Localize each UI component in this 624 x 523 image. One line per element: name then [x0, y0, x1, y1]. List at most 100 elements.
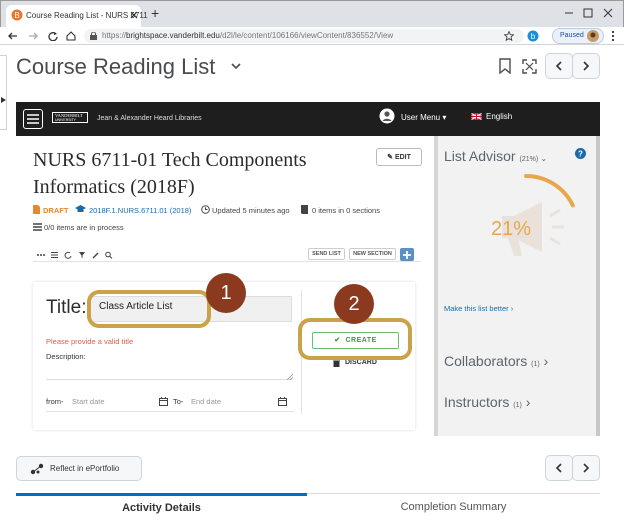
new-section-button[interactable]: NEW SECTION — [349, 248, 396, 260]
stack-icon — [33, 223, 42, 231]
in-process-count: 0/0 items are in process — [44, 223, 124, 232]
chevron-left-icon — [555, 463, 562, 473]
resize-handle-icon[interactable] — [287, 374, 293, 380]
items-count: 0 items in 0 sections — [312, 206, 380, 215]
chevron-right-icon — [583, 61, 590, 71]
gauge-progress-arc — [524, 174, 575, 208]
make-better-label: Make this list better — [444, 304, 509, 313]
filter-icon — [79, 252, 85, 258]
send-list-button[interactable]: SEND LIST — [308, 248, 345, 260]
user-menu-button[interactable]: User Menu ▾ — [401, 113, 446, 122]
reflect-eportfolio-button[interactable]: Reflect in ePortfolio — [16, 456, 142, 481]
to-label: To- — [173, 397, 184, 406]
collaborators-count: (1) — [531, 361, 540, 368]
chevron-right-icon — [583, 463, 590, 473]
search-icon — [105, 251, 113, 259]
vanderbilt-logo: VANDERBILT UNIVERSITY — [52, 112, 88, 123]
fullscreen-icon[interactable] — [522, 59, 537, 74]
lock-icon — [90, 32, 97, 40]
extension-icon[interactable]: b — [527, 30, 539, 42]
url-scheme: https:// — [102, 31, 127, 40]
profile-avatar-icon[interactable] — [587, 30, 599, 42]
help-icon[interactable]: ? — [575, 148, 586, 159]
edit-label: EDIT — [394, 154, 411, 161]
updated-time: Updated 5 minutes ago — [212, 206, 290, 215]
date-underline — [46, 411, 294, 412]
library-name: Jean & Alexander Heard Libraries — [97, 115, 202, 122]
page-title-text: Course Reading List — [16, 54, 216, 79]
tab-activity-details[interactable]: Activity Details — [16, 493, 307, 523]
home-icon[interactable] — [66, 31, 76, 41]
plus-icon — [403, 251, 411, 259]
date-range-row: from- Start date To- End date — [46, 397, 294, 411]
paused-label: Paused — [560, 32, 584, 39]
collaborators-heading[interactable]: Collaborators (1) › — [444, 353, 548, 369]
forward-icon[interactable] — [28, 31, 38, 41]
start-calendar-icon[interactable] — [159, 397, 168, 408]
end-calendar-icon[interactable] — [278, 397, 287, 408]
chevron-down-icon[interactable] — [231, 63, 241, 70]
callout-number-1: 1 — [206, 273, 246, 313]
reading-list-title: NURS 6711-01 Tech Components Informatics… — [33, 149, 307, 198]
logo-brand-sub: UNIVERSITY — [55, 118, 77, 122]
svg-text:?: ? — [578, 150, 583, 159]
mortarboard-icon — [75, 205, 86, 212]
from-label: from- — [46, 397, 64, 406]
close-tab-icon[interactable] — [130, 11, 138, 19]
instructors-heading[interactable]: Instructors (1) › — [444, 394, 530, 410]
scrollbar[interactable] — [596, 136, 600, 436]
eportfolio-label: Reflect in ePortfolio — [50, 464, 120, 473]
star-icon[interactable] — [504, 31, 514, 41]
flag-icon — [471, 113, 482, 120]
instructors-count: (1) — [513, 402, 522, 409]
bookmark-icon[interactable] — [499, 58, 511, 74]
instructors-label: Instructors — [444, 394, 510, 410]
side-panel-handle[interactable] — [0, 55, 7, 130]
end-date-input[interactable]: End date — [191, 397, 221, 406]
trash-icon — [333, 359, 340, 367]
book-icon — [301, 205, 308, 214]
user-menu-label: User Menu — [401, 113, 441, 122]
pencil-icon: ✎ — [387, 154, 393, 161]
advisor-title: List Advisor — [444, 148, 516, 164]
callout-highlight-title — [87, 290, 211, 328]
description-label: Description: — [46, 352, 86, 361]
url-host: brightspace.vanderbilt.edu — [126, 31, 220, 40]
back-icon[interactable] — [8, 31, 18, 41]
language-selector[interactable]: English — [486, 112, 512, 121]
start-date-input[interactable]: Start date — [72, 397, 105, 406]
list-toolbar-icons[interactable] — [36, 251, 116, 259]
tab-completion-summary[interactable]: Completion Summary — [307, 493, 600, 523]
list-advisor-heading[interactable]: List Advisor (21%) ⌄ — [444, 148, 547, 164]
clock-icon — [201, 205, 210, 214]
hamburger-icon — [27, 114, 39, 124]
callout-highlight-create — [298, 318, 412, 360]
draft-status: DRAFT — [43, 206, 69, 215]
menu-icon[interactable] — [611, 30, 615, 42]
tools-icon — [92, 252, 99, 259]
chevron-left-icon — [555, 61, 562, 71]
svg-text:B: B — [14, 11, 19, 20]
draft-icon — [33, 205, 40, 214]
user-avatar-icon[interactable] — [379, 108, 395, 124]
reflect-icon — [30, 463, 44, 475]
caret-right-icon — [1, 97, 6, 103]
brightspace-favicon: B — [11, 9, 23, 21]
new-tab-button[interactable]: + — [151, 5, 159, 21]
url-path: /d2l/le/content/106166/viewContent/83655… — [219, 31, 394, 40]
description-textarea[interactable] — [46, 362, 292, 380]
reload-icon[interactable] — [48, 31, 58, 41]
page-title: Course Reading List — [16, 54, 215, 80]
course-code-link[interactable]: 2018F.1.NURS.6711.01 (2018) — [89, 206, 191, 215]
collaborators-label: Collaborators — [444, 353, 528, 369]
make-list-better-link[interactable]: Make this list better › — [444, 304, 513, 313]
sync-icon — [64, 251, 72, 259]
title-label: Title: — [46, 297, 87, 318]
edit-button[interactable]: ✎ EDIT — [376, 148, 422, 166]
discard-button[interactable]: DISCARD — [345, 359, 377, 366]
more-icon — [37, 254, 45, 256]
window-controls[interactable] — [563, 8, 615, 18]
callout-number-2: 2 — [334, 284, 374, 324]
list-view-icon — [51, 252, 58, 258]
url-text: https://brightspace.vanderbilt.edu/d2l/l… — [102, 31, 393, 40]
